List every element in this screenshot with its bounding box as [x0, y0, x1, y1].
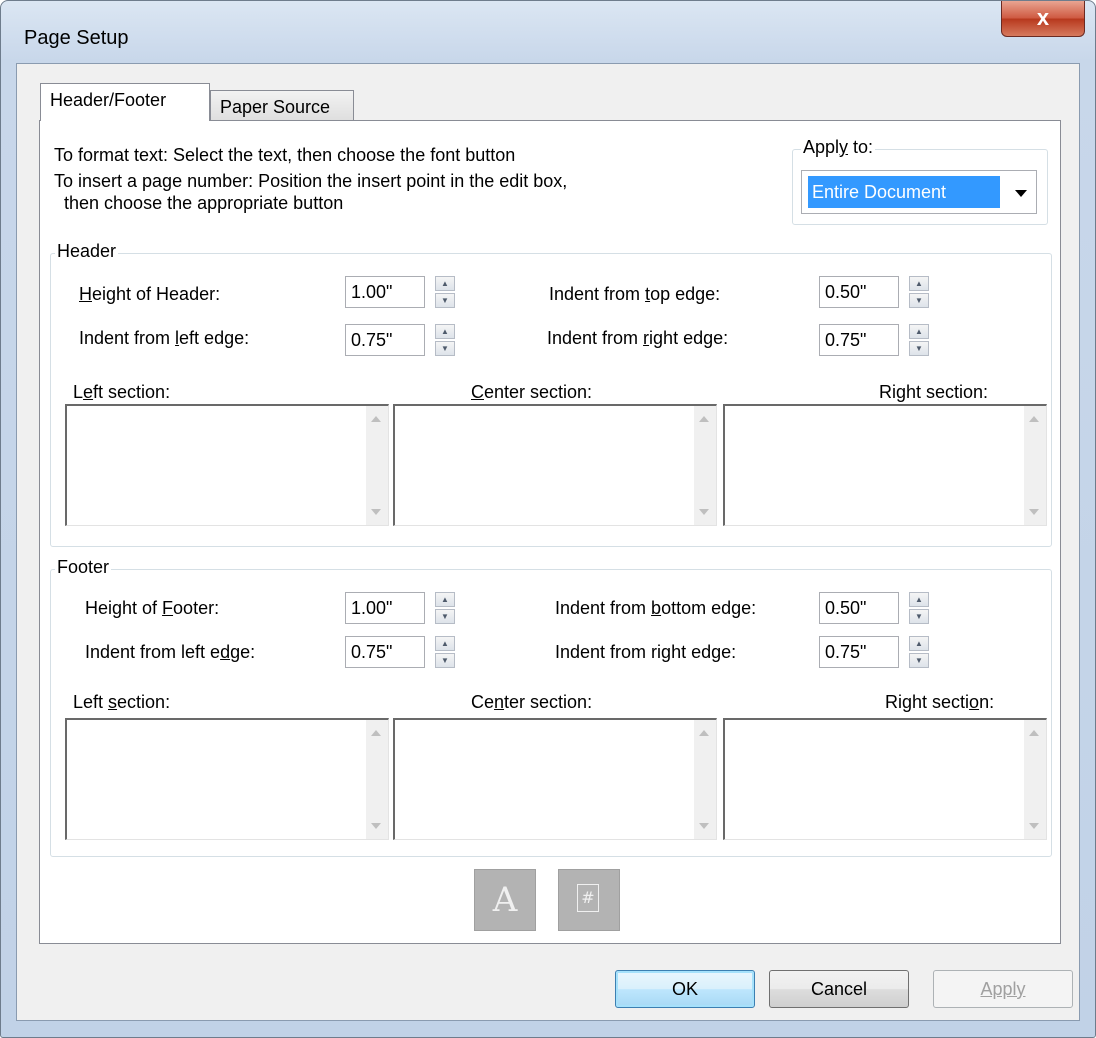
header-top-indent-stepper[interactable]: ▲ ▼	[909, 276, 929, 308]
apply-to-label: Apply to:	[801, 137, 876, 158]
spin-up-icon[interactable]: ▲	[909, 324, 929, 339]
font-icon: A	[492, 880, 518, 920]
dialog-client: Header/Footer Paper Source To format tex…	[16, 63, 1080, 1021]
instruction-format-text: To format text: Select the text, then ch…	[54, 145, 516, 165]
window-title: Page Setup	[24, 27, 129, 49]
spin-down-icon[interactable]: ▼	[435, 293, 455, 308]
spin-down-icon[interactable]: ▼	[909, 341, 929, 356]
header-right-indent-label: Indent from right edge:	[547, 328, 729, 348]
instruction-page-number: To insert a page number: Position the in…	[54, 171, 568, 191]
scrollbar[interactable]	[694, 720, 716, 839]
header-right-indent-stepper[interactable]: ▲ ▼	[909, 324, 929, 356]
header-center-section-textarea[interactable]	[393, 404, 717, 526]
close-button[interactable]: x	[1001, 1, 1085, 37]
spin-up-icon[interactable]: ▲	[909, 592, 929, 607]
scroll-up-icon[interactable]	[371, 730, 381, 736]
footer-bottom-indent-input[interactable]: 0.50"	[819, 592, 899, 624]
footer-left-indent-stepper[interactable]: ▲ ▼	[435, 636, 455, 668]
header-right-section-label: Right section:	[879, 382, 989, 402]
spin-up-icon[interactable]: ▲	[435, 276, 455, 291]
chevron-down-icon	[1015, 190, 1027, 197]
footer-bottom-indent-label: Indent from bottom edge:	[555, 598, 757, 618]
header-right-section-textarea[interactable]	[723, 404, 1047, 526]
footer-height-label: Height of Footer:	[85, 598, 220, 618]
page-number-icon: #	[577, 884, 599, 912]
apply-button-label: Apply	[980, 979, 1026, 999]
header-height-label: Height of Header:	[79, 284, 221, 304]
header-group: Header Height of Header: 1.00" ▲ ▼ Indent…	[50, 241, 1052, 547]
footer-right-indent-stepper[interactable]: ▲ ▼	[909, 636, 929, 668]
apply-button: Apply	[933, 970, 1073, 1008]
page-setup-dialog: Page Setup x Header/Footer Paper Source …	[0, 0, 1096, 1038]
spin-up-icon[interactable]: ▲	[909, 636, 929, 651]
footer-center-section-textarea[interactable]	[393, 718, 717, 840]
footer-center-section-label: Center section:	[471, 692, 593, 712]
apply-to-dropdown[interactable]: Entire Document	[801, 170, 1037, 214]
spin-down-icon[interactable]: ▼	[435, 609, 455, 624]
scroll-down-icon[interactable]	[371, 509, 381, 515]
scroll-up-icon[interactable]	[1029, 416, 1039, 422]
scroll-up-icon[interactable]	[371, 416, 381, 422]
header-group-label: Header	[55, 241, 119, 262]
scroll-up-icon[interactable]	[699, 416, 709, 422]
header-left-indent-label: Indent from left edge:	[79, 328, 250, 348]
spin-down-icon[interactable]: ▼	[435, 653, 455, 668]
header-height-input[interactable]: 1.00"	[345, 276, 425, 308]
header-height-stepper[interactable]: ▲ ▼	[435, 276, 455, 308]
spin-down-icon[interactable]: ▼	[435, 341, 455, 356]
header-top-indent-label: Indent from top edge:	[549, 284, 721, 304]
footer-right-indent-label: Indent from right edge:	[555, 642, 737, 662]
header-right-indent-input[interactable]: 0.75"	[819, 324, 899, 356]
scroll-down-icon[interactable]	[371, 823, 381, 829]
tab-paper-source[interactable]: Paper Source	[210, 90, 354, 124]
apply-to-value: Entire Document	[808, 176, 1000, 208]
header-left-section-label: Left section:	[73, 382, 171, 402]
scroll-down-icon[interactable]	[699, 823, 709, 829]
scrollbar[interactable]	[366, 720, 388, 839]
cancel-button[interactable]: Cancel	[769, 970, 909, 1008]
page-number-button[interactable]: #	[558, 869, 620, 931]
header-top-indent-input[interactable]: 0.50"	[819, 276, 899, 308]
scrollbar[interactable]	[1024, 406, 1046, 525]
footer-height-stepper[interactable]: ▲ ▼	[435, 592, 455, 624]
footer-right-indent-input[interactable]: 0.75"	[819, 636, 899, 668]
scroll-down-icon[interactable]	[1029, 509, 1039, 515]
footer-left-indent-label: Indent from left edge:	[85, 642, 256, 662]
ok-button[interactable]: OK	[615, 970, 755, 1008]
spin-down-icon[interactable]: ▼	[909, 653, 929, 668]
scroll-up-icon[interactable]	[699, 730, 709, 736]
font-button[interactable]: A	[474, 869, 536, 931]
spin-up-icon[interactable]: ▲	[435, 592, 455, 607]
scrollbar[interactable]	[694, 406, 716, 525]
footer-height-input[interactable]: 1.00"	[345, 592, 425, 624]
footer-left-indent-input[interactable]: 0.75"	[345, 636, 425, 668]
scrollbar[interactable]	[366, 406, 388, 525]
header-left-section-textarea[interactable]	[65, 404, 389, 526]
scroll-down-icon[interactable]	[1029, 823, 1039, 829]
footer-right-section-label: Right section:	[885, 692, 995, 712]
close-icon: x	[1036, 5, 1050, 30]
apply-to-group: Apply to: Entire Document	[792, 137, 1048, 225]
header-left-indent-input[interactable]: 0.75"	[345, 324, 425, 356]
footer-bottom-indent-stepper[interactable]: ▲ ▼	[909, 592, 929, 624]
spin-down-icon[interactable]: ▼	[909, 609, 929, 624]
spin-up-icon[interactable]: ▲	[435, 636, 455, 651]
header-footer-panel: To format text: Select the text, then ch…	[39, 120, 1061, 944]
scroll-up-icon[interactable]	[1029, 730, 1039, 736]
header-center-section-label: Center section:	[471, 382, 593, 402]
spin-up-icon[interactable]: ▲	[435, 324, 455, 339]
spin-down-icon[interactable]: ▼	[909, 293, 929, 308]
scroll-down-icon[interactable]	[699, 509, 709, 515]
tab-header-footer[interactable]: Header/Footer	[40, 83, 210, 121]
scrollbar[interactable]	[1024, 720, 1046, 839]
footer-left-section-label: Left section:	[73, 692, 171, 712]
footer-group: Footer Height of Footer: 1.00" ▲ ▼ Indent…	[50, 557, 1052, 857]
footer-left-section-textarea[interactable]	[65, 718, 389, 840]
footer-right-section-textarea[interactable]	[723, 718, 1047, 840]
footer-group-label: Footer	[55, 557, 112, 578]
instruction-page-number-cont: then choose the appropriate button	[64, 193, 344, 213]
spin-up-icon[interactable]: ▲	[909, 276, 929, 291]
header-left-indent-stepper[interactable]: ▲ ▼	[435, 324, 455, 356]
